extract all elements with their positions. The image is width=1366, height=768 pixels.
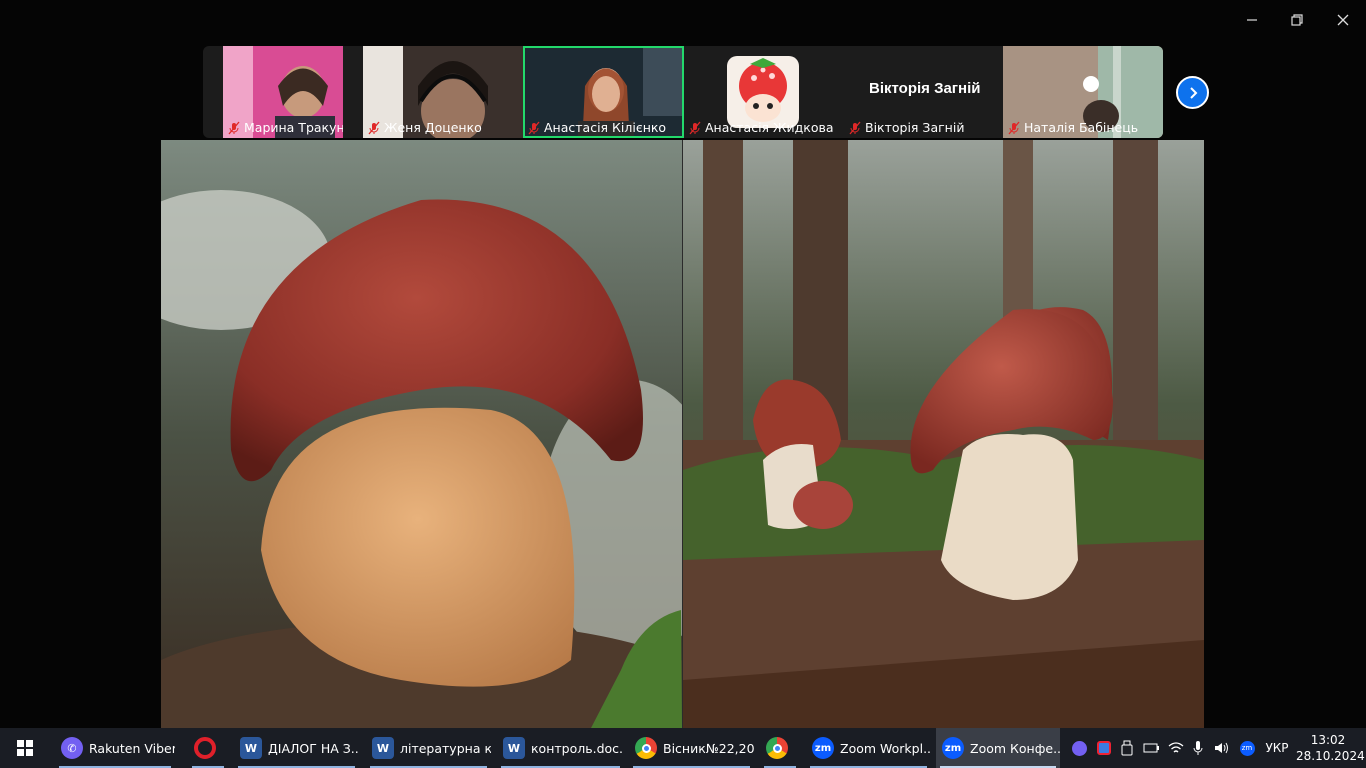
- system-clock[interactable]: 13:02 28.10.2024: [1296, 732, 1365, 764]
- taskbar-label: Rakuten Viber: [89, 740, 175, 756]
- chrome-icon: [635, 737, 657, 759]
- participant-gallery-strip: Марина Тракун Женя Доценко Анастасія Кіл…: [203, 46, 1163, 138]
- restore-button[interactable]: [1283, 8, 1311, 32]
- restore-icon: [1291, 14, 1303, 26]
- taskbar-label: Вісник№22,20...: [663, 740, 754, 756]
- participant-tile-active-speaker[interactable]: Анастасія Кілієнко: [523, 46, 684, 138]
- participant-display-name: Вікторія Загній: [869, 80, 981, 97]
- opera-icon: [194, 737, 216, 759]
- tray-viber-icon[interactable]: [1068, 728, 1090, 768]
- close-button[interactable]: [1329, 8, 1357, 32]
- taskbar-label: літературна к...: [400, 740, 491, 756]
- taskbar-app-word-literature[interactable]: W літературна к...: [366, 728, 491, 768]
- zoom-icon: zm: [812, 737, 834, 759]
- tray-zoom-icon[interactable]: zm: [1236, 728, 1258, 768]
- participant-name: Анастасія Жидкова: [705, 120, 834, 135]
- taskbar-label: Zoom Workpl...: [840, 740, 931, 756]
- word-icon: W: [240, 737, 262, 759]
- windows-logo-icon: [17, 740, 33, 756]
- shared-screen: [161, 140, 1204, 728]
- microphone-icon[interactable]: [1188, 728, 1208, 768]
- muted-mic-icon: [1008, 121, 1020, 134]
- taskbar-label: Zoom Конфе...: [970, 740, 1060, 756]
- language-indicator[interactable]: УКР: [1261, 728, 1293, 768]
- taskbar-app-chrome[interactable]: [760, 728, 800, 768]
- next-page-button[interactable]: [1176, 76, 1209, 109]
- taskbar-app-zoom-meeting[interactable]: zm Zoom Конфе...: [936, 728, 1060, 768]
- mushroom-photo-left: [161, 140, 682, 728]
- viber-icon: ✆: [61, 737, 83, 759]
- battery-icon[interactable]: [1140, 728, 1162, 768]
- clock-time: 13:02: [1310, 733, 1346, 747]
- participant-name: Наталія Бабінець: [1024, 120, 1139, 135]
- clock-date: 28.10.2024: [1296, 749, 1365, 763]
- muted-mic-icon: [368, 121, 380, 134]
- taskbar-app-zoom-workplace[interactable]: zm Zoom Workpl...: [806, 728, 931, 768]
- minimize-icon: [1247, 19, 1257, 21]
- close-icon: [1337, 14, 1349, 26]
- windows-taskbar: ✆ Rakuten Viber W ДІАЛОГ НА З... W літер…: [0, 728, 1366, 768]
- taskbar-app-word-control[interactable]: W контроль.doc...: [497, 728, 624, 768]
- taskbar-app-viber[interactable]: ✆ Rakuten Viber: [55, 728, 175, 768]
- word-icon: W: [372, 737, 394, 759]
- participant-tile[interactable]: Женя Доценко: [363, 46, 523, 138]
- mushroom-photo-right: [683, 140, 1204, 728]
- wifi-icon[interactable]: [1165, 728, 1187, 768]
- participant-name: Марина Тракун: [244, 120, 343, 135]
- tray-app-icon[interactable]: [1093, 728, 1115, 768]
- taskbar-label: ДІАЛОГ НА З...: [268, 740, 359, 756]
- participant-name: Вікторія Загній: [865, 120, 965, 135]
- muted-mic-icon: [228, 121, 240, 134]
- taskbar-app-opera[interactable]: [188, 728, 228, 768]
- taskbar-app-chrome-visnyk[interactable]: Вісник№22,20...: [629, 728, 754, 768]
- chevron-right-icon: [1189, 86, 1197, 99]
- zoom-icon: zm: [942, 737, 964, 759]
- participant-tile[interactable]: Наталія Бабінець: [1003, 46, 1163, 138]
- start-button[interactable]: [10, 728, 40, 768]
- taskbar-label: контроль.doc...: [531, 740, 624, 756]
- minimize-button[interactable]: [1238, 8, 1266, 32]
- zoom-meeting-window: Марина Тракун Женя Доценко Анастасія Кіл…: [0, 0, 1366, 768]
- participant-name: Анастасія Кілієнко: [544, 120, 667, 135]
- participant-tile[interactable]: Анастасія Жидкова: [684, 46, 844, 138]
- usb-icon[interactable]: [1117, 728, 1137, 768]
- taskbar-app-word-dialog[interactable]: W ДІАЛОГ НА З...: [234, 728, 359, 768]
- muted-mic-icon: [689, 121, 701, 134]
- participant-tile[interactable]: Марина Тракун: [223, 46, 343, 138]
- volume-icon[interactable]: [1211, 728, 1233, 768]
- muted-mic-icon: [528, 121, 540, 134]
- word-icon: W: [503, 737, 525, 759]
- muted-mic-icon: [849, 121, 861, 134]
- participant-name: Женя Доценко: [384, 120, 482, 135]
- chrome-icon: [766, 737, 788, 759]
